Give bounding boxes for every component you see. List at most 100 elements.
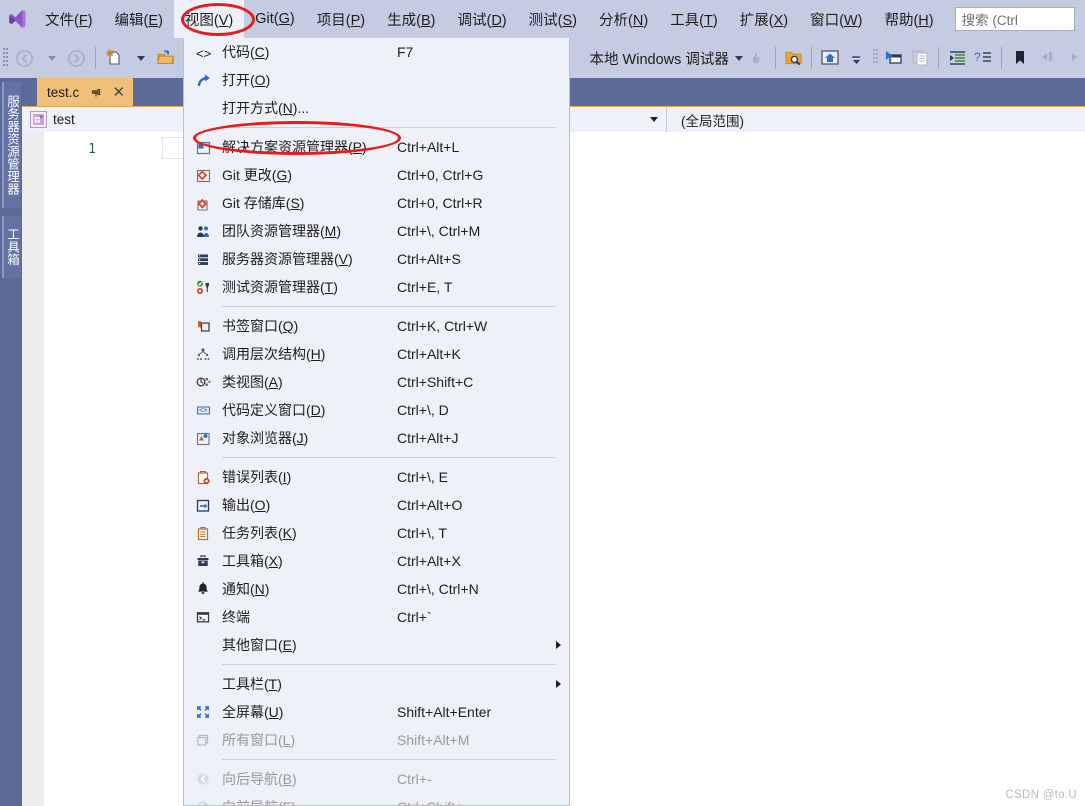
toolbar-separator-4 xyxy=(938,47,940,69)
menu-item-3-3[interactable]: 工具箱(X) Ctrl+Alt+X xyxy=(184,547,569,575)
bookmark-next-icon[interactable] xyxy=(1059,41,1085,75)
menubar-item-2[interactable]: 视图(V) xyxy=(173,0,245,38)
menubar-item-0[interactable]: 文件(F) xyxy=(34,0,104,38)
search-input[interactable]: 搜索 (Ctrl xyxy=(954,7,1075,31)
comment-icon[interactable]: ? xyxy=(970,41,996,75)
c-project-icon xyxy=(30,111,47,128)
bookmark-prev-icon[interactable] xyxy=(1033,41,1059,75)
document-tab-test-c[interactable]: test.c ✕ xyxy=(37,78,134,106)
sidebar-item-toolbox[interactable]: 工具箱 xyxy=(2,216,21,278)
menu-item-2-0[interactable]: 书签窗口(Q) Ctrl+K, Ctrl+W xyxy=(184,312,569,340)
view-dropdown-menu[interactable]: <> 代码(C) F7 打开(O) 打开方式(N)... 解决方案资源管理器(P) Ctrl… xyxy=(183,38,570,806)
menu-item-shortcut: Ctrl+Shift+C xyxy=(397,374,474,390)
new-item-icon[interactable] xyxy=(101,41,127,75)
menu-item-2-4[interactable]: 对象浏览器(J) Ctrl+Alt+J xyxy=(184,424,569,452)
copy-icon[interactable] xyxy=(907,41,933,75)
navbar-scope-selector[interactable]: (全局范围) xyxy=(667,107,752,132)
menu-item-0-2[interactable]: 打开方式(N)... xyxy=(184,94,569,122)
navbar-project-selector[interactable]: test xyxy=(22,107,207,132)
menu-item-4-2: 所有窗口(L) Shift+Alt+M xyxy=(184,726,569,754)
menu-item-2-1[interactable]: 调用层次结构(H) Ctrl+Alt+K xyxy=(184,340,569,368)
menu-item-3-6[interactable]: 其他窗口(E) xyxy=(184,631,569,659)
menu-item-1-4[interactable]: 服务器资源管理器(V) Ctrl+Alt+S xyxy=(184,245,569,273)
menu-item-3-2[interactable]: 任务列表(K) Ctrl+\, T xyxy=(184,519,569,547)
nav-forward-icon xyxy=(184,793,222,805)
menubar-item-10[interactable]: 扩展(X) xyxy=(729,0,799,38)
menubar-item-11[interactable]: 窗口(W) xyxy=(799,0,873,38)
menu-item-3-4[interactable]: 通知(N) Ctrl+\, Ctrl+N xyxy=(184,575,569,603)
toolbar-grip-2[interactable] xyxy=(869,38,881,78)
menubar-item-4[interactable]: 项目(P) xyxy=(306,0,376,38)
open-folder-icon[interactable] xyxy=(153,41,179,75)
menu-item-1-2[interactable]: Git 存储库(S) Ctrl+0, Ctrl+R xyxy=(184,189,569,217)
menu-item-1-1[interactable]: Git 更改(G) Ctrl+0, Ctrl+G xyxy=(184,161,569,189)
menu-item-shortcut: Ctrl+Alt+O xyxy=(397,497,463,513)
navigate-back-dropdown[interactable] xyxy=(38,41,64,75)
menubar-item-label: 编辑(E) xyxy=(114,12,163,29)
menu-item-0-0[interactable]: <> 代码(C) F7 xyxy=(184,38,569,66)
new-item-dropdown[interactable] xyxy=(127,41,153,75)
menu-item-shortcut: Ctrl+\, Ctrl+N xyxy=(397,581,479,597)
menu-item-shortcut: Ctrl+- xyxy=(397,771,432,787)
menu-item-label: 错误列表(I) xyxy=(222,469,292,485)
menu-item-3-1[interactable]: 输出(O) Ctrl+Alt+O xyxy=(184,491,569,519)
menu-separator xyxy=(222,664,555,665)
menu-item-shortcut: Ctrl+\, T xyxy=(397,525,447,541)
menubar-item-12[interactable]: 帮助(H) xyxy=(873,0,944,38)
menu-bar-items: 文件(F) 编辑(E) 视图(V) Git(G) 项目(P) 生成(B) 调试(D) 测试(S… xyxy=(34,0,945,38)
navigate-back-icon[interactable] xyxy=(12,41,38,75)
menu-item-shortcut: Shift+Alt+Enter xyxy=(397,704,492,720)
menubar-item-8[interactable]: 分析(N) xyxy=(588,0,659,38)
menu-item-5-0: 向后导航(B) Ctrl+- xyxy=(184,765,569,793)
start-debugging-label: 本地 Windows 调试器 xyxy=(589,51,729,68)
menu-item-1-0[interactable]: 解决方案资源管理器(P) Ctrl+Alt+L xyxy=(184,133,569,161)
close-icon[interactable]: ✕ xyxy=(111,85,126,100)
find-in-files-icon[interactable] xyxy=(780,41,806,75)
menu-item-4-0[interactable]: 工具栏(T) xyxy=(184,670,569,698)
menu-item-label: 工具栏(T) xyxy=(222,676,282,692)
menu-item-shortcut: Ctrl+` xyxy=(397,609,432,625)
menu-item-shortcut: Ctrl+\, D xyxy=(397,402,449,418)
menubar-item-3[interactable]: Git(G) xyxy=(244,0,305,38)
indent-icon[interactable] xyxy=(944,41,970,75)
home-frame-icon[interactable] xyxy=(817,41,843,75)
navigate-forward-icon[interactable] xyxy=(64,41,90,75)
menu-item-1-3[interactable]: 团队资源管理器(M) Ctrl+\, Ctrl+M xyxy=(184,217,569,245)
pointer-window-icon[interactable] xyxy=(881,41,907,75)
editor-gutter[interactable] xyxy=(22,132,44,806)
hot-reload-icon[interactable] xyxy=(744,41,770,75)
menubar-item-label: 文件(F) xyxy=(45,12,93,29)
menubar-item-5[interactable]: 生成(B) xyxy=(376,0,446,38)
code-definition-icon: <> xyxy=(184,396,222,424)
menubar-item-1[interactable]: 编辑(E) xyxy=(104,0,174,38)
submenu-arrow-icon xyxy=(547,680,569,688)
menu-item-label: 全屏幕(U) xyxy=(222,704,284,720)
menubar-item-label: 窗口(W) xyxy=(810,12,863,29)
menu-item-label: 向后导航(B) xyxy=(222,771,297,787)
menubar-item-9[interactable]: 工具(T) xyxy=(659,0,729,38)
menu-item-4-1[interactable]: 全屏幕(U) Shift+Alt+Enter xyxy=(184,698,569,726)
notifications-icon xyxy=(184,575,222,603)
menu-item-2-3[interactable]: <> 代码定义窗口(D) Ctrl+\, D xyxy=(184,396,569,424)
menubar-item-7[interactable]: 测试(S) xyxy=(518,0,588,38)
menubar-item-label: Git(G) xyxy=(255,11,295,27)
menu-item-1-5[interactable]: 测试资源管理器(T) Ctrl+E, T xyxy=(184,273,569,301)
menu-item-shortcut: Ctrl+\, E xyxy=(397,469,448,485)
menu-item-0-1[interactable]: 打开(O) xyxy=(184,66,569,94)
server-explorer-icon xyxy=(184,245,222,273)
menubar-item-6[interactable]: 调试(D) xyxy=(446,0,517,38)
start-debugging-button[interactable]: 本地 Windows 调试器 xyxy=(585,41,744,75)
menu-item-3-0[interactable]: 错误列表(I) Ctrl+\, E xyxy=(184,463,569,491)
menu-item-shortcut: Ctrl+Alt+J xyxy=(397,430,459,446)
pin-icon[interactable] xyxy=(89,85,104,100)
menu-item-shortcut: Ctrl+0, Ctrl+G xyxy=(397,167,484,183)
sidebar-item-server-explorer[interactable]: 服务器资源管理器 xyxy=(2,82,21,208)
menu-item-3-5[interactable]: 终端 Ctrl+` xyxy=(184,603,569,631)
bookmark-icon[interactable] xyxy=(1007,41,1033,75)
toolbar-grip[interactable] xyxy=(0,38,12,78)
menu-item-shortcut: Ctrl+Alt+X xyxy=(397,553,461,569)
menu-item-shortcut: Ctrl+\, Ctrl+M xyxy=(397,223,481,239)
menu-item-2-2[interactable]: 类视图(A) Ctrl+Shift+C xyxy=(184,368,569,396)
home-frame-dropdown[interactable] xyxy=(843,41,869,75)
no-icon xyxy=(184,631,222,659)
